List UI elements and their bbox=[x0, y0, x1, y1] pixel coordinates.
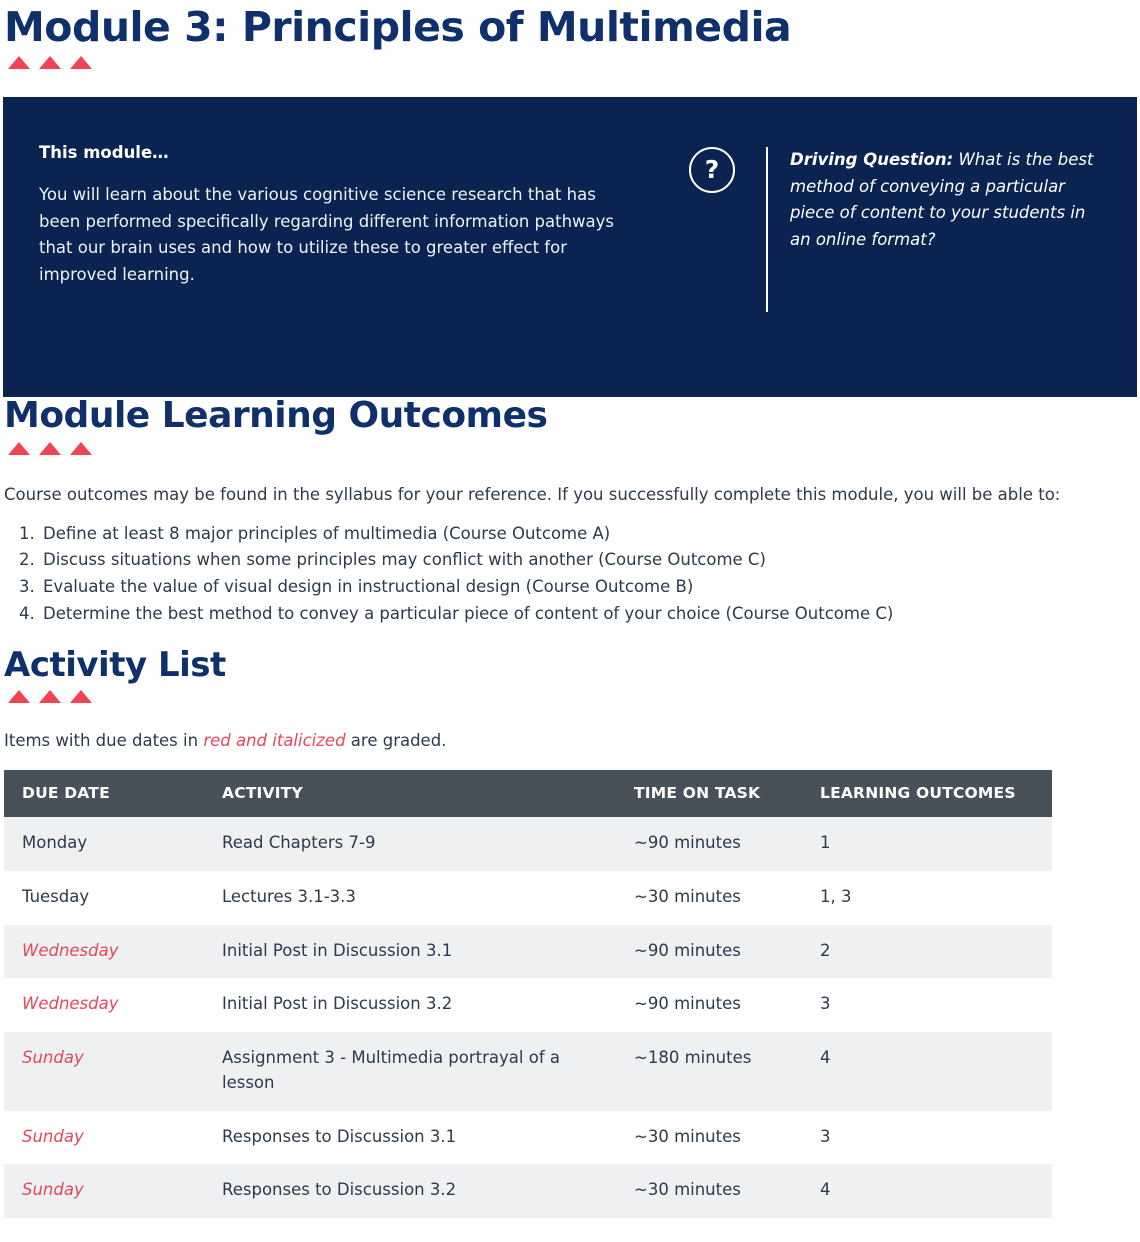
cell-due-date: Monday bbox=[4, 817, 204, 871]
column-header-due-date: DUE DATE bbox=[4, 770, 204, 818]
cell-due-date: Wednesday bbox=[4, 924, 204, 979]
note-after: are graded. bbox=[345, 731, 447, 751]
table-row: Tuesday Lectures 3.1-3.3 ~30 minutes 1, 3 bbox=[4, 870, 1052, 925]
driving-question-label: Driving Question: bbox=[790, 150, 954, 170]
list-item: Evaluate the value of visual design in i… bbox=[40, 574, 1140, 601]
table-header-row: DUE DATE ACTIVITY TIME ON TASK LEARNING … bbox=[4, 770, 1052, 818]
cell-time-on-task: ~90 minutes bbox=[616, 978, 802, 1033]
cell-activity: Initial Post in Discussion 3.1 bbox=[204, 924, 616, 979]
vertical-divider bbox=[766, 147, 768, 313]
triangle-icon bbox=[70, 690, 92, 704]
cell-time-on-task: ~30 minutes bbox=[616, 870, 802, 925]
cell-time-on-task: ~90 minutes bbox=[616, 817, 802, 871]
cell-due-date: Sunday bbox=[4, 1164, 204, 1219]
triangle-icon bbox=[39, 690, 61, 704]
triangle-divider-outcomes bbox=[0, 435, 1140, 460]
triangle-icon bbox=[39, 56, 61, 70]
driving-question: Driving Question: What is the best metho… bbox=[790, 147, 1100, 254]
cell-activity: Read Chapters 7-9 bbox=[204, 817, 616, 871]
page-title: Module 3: Principles of Multimedia bbox=[4, 3, 792, 51]
list-item: Discuss situations when some principles … bbox=[40, 547, 1140, 574]
cell-learning-outcomes: 4 bbox=[802, 1032, 1052, 1111]
activity-table-body: Monday Read Chapters 7-9 ~90 minutes 1 Tuesd… bbox=[4, 817, 1052, 1219]
section-title-learning-outcomes: Module Learning Outcomes bbox=[4, 395, 548, 437]
cell-learning-outcomes: 3 bbox=[802, 1110, 1052, 1165]
table-row: Sunday Responses to Discussion 3.1 ~30 min… bbox=[4, 1110, 1052, 1165]
activity-table-wrap: DUE DATE ACTIVITY TIME ON TASK LEARNING … bbox=[4, 770, 1136, 1219]
triangle-divider-activity bbox=[0, 683, 1140, 708]
cell-learning-outcomes: 1, 3 bbox=[802, 870, 1052, 925]
outcomes-intro-text: Course outcomes may be found in the syll… bbox=[4, 484, 1061, 504]
cell-learning-outcomes: 1 bbox=[802, 817, 1052, 871]
table-row: Monday Read Chapters 7-9 ~90 minutes 1 bbox=[4, 817, 1052, 871]
section-title-activity-list: Activity List bbox=[4, 644, 226, 685]
table-row: Sunday Assignment 3 - Multimedia portraya… bbox=[4, 1032, 1052, 1111]
cell-activity: Responses to Discussion 3.2 bbox=[204, 1164, 616, 1219]
cell-due-date: Tuesday bbox=[4, 870, 204, 925]
triangle-icon bbox=[8, 690, 30, 704]
module-overview-banner: This module… You will learn about the va… bbox=[3, 97, 1137, 398]
cell-time-on-task: ~90 minutes bbox=[616, 924, 802, 979]
cell-activity: Responses to Discussion 3.1 bbox=[204, 1110, 616, 1165]
cell-time-on-task: ~30 minutes bbox=[616, 1110, 802, 1165]
graded-legend-note: Items with due dates in red and italiciz… bbox=[0, 729, 1140, 754]
cell-time-on-task: ~180 minutes bbox=[616, 1032, 802, 1111]
list-item: Determine the best method to convey a pa… bbox=[40, 601, 1140, 628]
triangle-icon bbox=[8, 56, 30, 70]
cell-activity: Initial Post in Discussion 3.2 bbox=[204, 978, 616, 1033]
cell-time-on-task: ~30 minutes bbox=[616, 1164, 802, 1219]
table-row: Wednesday Initial Post in Discussion 3.1 ~… bbox=[4, 924, 1052, 979]
cell-due-date: Sunday bbox=[4, 1110, 204, 1165]
triangle-icon bbox=[39, 441, 61, 455]
this-module-label: This module… bbox=[39, 143, 169, 163]
cell-due-date: Wednesday bbox=[4, 978, 204, 1033]
note-emphasis: red and italicized bbox=[203, 731, 346, 751]
note-before: Items with due dates in bbox=[4, 731, 204, 751]
column-header-time-on-task: TIME ON TASK bbox=[616, 770, 802, 818]
this-module-description: You will learn about the various cogniti… bbox=[39, 185, 615, 285]
cell-learning-outcomes: 2 bbox=[802, 924, 1052, 979]
table-row: Sunday Responses to Discussion 3.2 ~30 min… bbox=[4, 1164, 1052, 1219]
banner-right-column: ? Driving Question: What is the best met… bbox=[689, 143, 1100, 313]
cell-activity: Lectures 3.1-3.3 bbox=[204, 870, 616, 925]
triangle-icon bbox=[70, 56, 92, 70]
module-page: Module 3: Principles of Multimedia This … bbox=[0, 0, 1140, 1219]
triangle-icon bbox=[8, 441, 30, 455]
question-mark-circle-icon: ? bbox=[689, 147, 735, 194]
triangle-divider-title bbox=[0, 49, 1140, 74]
activity-table: DUE DATE ACTIVITY TIME ON TASK LEARNING … bbox=[4, 770, 1052, 1219]
cell-learning-outcomes: 4 bbox=[802, 1164, 1052, 1219]
cell-learning-outcomes: 3 bbox=[802, 978, 1052, 1033]
column-header-learning-outcomes: LEARNING OUTCOMES bbox=[802, 770, 1052, 818]
triangle-icon bbox=[70, 441, 92, 455]
cell-due-date: Sunday bbox=[4, 1032, 204, 1111]
learning-outcomes-list: Define at least 8 major principles of mu… bbox=[0, 521, 1140, 628]
cell-activity: Assignment 3 - Multimedia portrayal of a… bbox=[204, 1032, 616, 1111]
banner-left-column: This module… You will learn about the va… bbox=[39, 143, 659, 289]
table-row: Wednesday Initial Post in Discussion 3.2 ~… bbox=[4, 978, 1052, 1033]
column-header-activity: ACTIVITY bbox=[204, 770, 616, 818]
list-item: Define at least 8 major principles of mu… bbox=[40, 521, 1140, 548]
